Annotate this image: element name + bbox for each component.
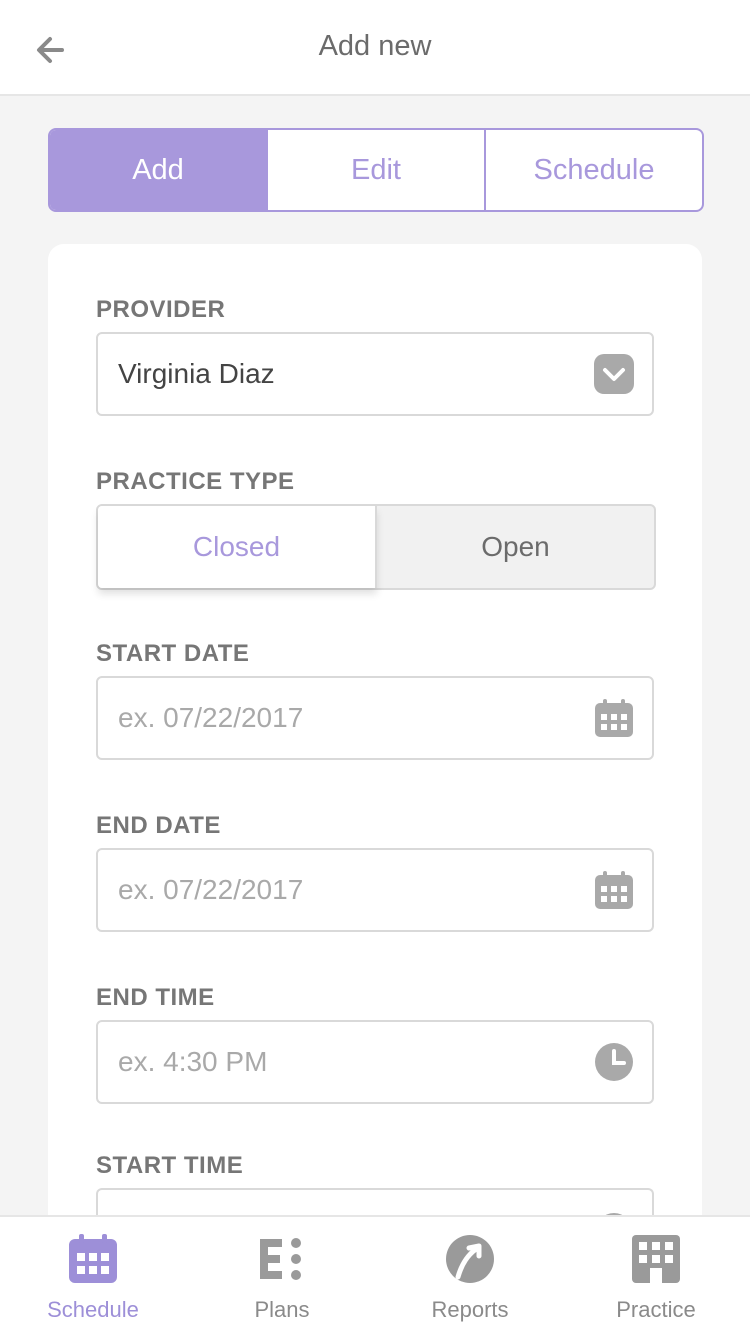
provider-value: Virginia Diaz: [118, 358, 275, 389]
chevron-down-icon: [594, 354, 634, 394]
practice-type-open[interactable]: Open: [377, 506, 654, 588]
tab-practice-label: Practice: [616, 1297, 696, 1322]
reports-icon: [446, 1235, 494, 1283]
plans-icon: [260, 1238, 301, 1280]
calendar-icon: [595, 871, 633, 909]
top-bar: Add new: [0, 0, 750, 96]
calendar-icon: [69, 1234, 117, 1283]
end-date-placeholder: ex. 07/22/2017: [118, 874, 304, 905]
provider-select[interactable]: Virginia Diaz: [96, 332, 654, 416]
tab-practice[interactable]: Practice: [581, 1217, 731, 1336]
end-time-input[interactable]: ex. 4:30 PM: [96, 1020, 654, 1104]
page-title: Add new: [318, 30, 432, 62]
practice-type-label: PRACTICE TYPE: [96, 468, 295, 495]
tab-plans-label: Plans: [254, 1297, 310, 1322]
clock-icon: [595, 1043, 633, 1081]
tab-plans[interactable]: Plans: [207, 1217, 357, 1336]
segment-schedule[interactable]: Schedule: [484, 130, 702, 210]
segment-edit[interactable]: Edit: [266, 130, 484, 210]
practice-type-closed[interactable]: Closed: [98, 506, 377, 588]
bottom-tab-bar: Schedule Plans Reports Practice: [0, 1215, 750, 1336]
tab-reports[interactable]: Reports: [395, 1217, 545, 1336]
end-time-label: END TIME: [96, 984, 215, 1011]
start-date-input[interactable]: ex. 07/22/2017: [96, 676, 654, 760]
start-time-label: START TIME: [96, 1152, 244, 1179]
start-date-label: START DATE: [96, 640, 250, 667]
tab-reports-label: Reports: [431, 1297, 509, 1322]
end-date-input[interactable]: ex. 07/22/2017: [96, 848, 654, 932]
end-date-label: END DATE: [96, 812, 221, 839]
building-icon: [632, 1235, 680, 1283]
provider-label: PROVIDER: [96, 296, 226, 323]
practice-type-toggle: Closed Open: [96, 504, 656, 590]
tab-schedule-label: Schedule: [47, 1297, 139, 1322]
start-date-placeholder: ex. 07/22/2017: [118, 702, 304, 733]
tab-schedule[interactable]: Schedule: [18, 1217, 168, 1336]
segment-add[interactable]: Add: [50, 130, 266, 210]
end-time-placeholder: ex. 4:30 PM: [118, 1046, 268, 1077]
calendar-icon: [595, 699, 633, 737]
mode-segmented-control: Add Edit Schedule: [48, 128, 704, 212]
